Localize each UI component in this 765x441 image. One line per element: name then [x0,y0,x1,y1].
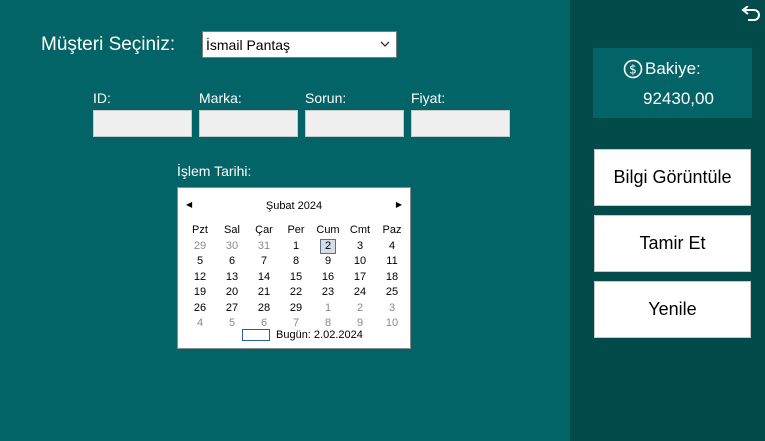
next-month-icon[interactable]: ▶ [396,200,402,209]
refresh-button[interactable]: Yenile [594,281,751,338]
weekday-label: Pzt [192,224,208,236]
balance-label: Bakiye: [645,59,701,78]
weekday-label: Per [287,224,305,236]
price-label: Fiyat: [411,90,446,106]
calendar-day[interactable]: 4 [376,239,408,255]
calendar-day[interactable]: 29 [280,301,312,317]
problem-field[interactable] [305,110,404,137]
calendar-day[interactable]: 4 [184,316,216,332]
calendar-day[interactable]: 5 [184,254,216,270]
calendar-day[interactable]: 11 [376,254,408,270]
customer-select[interactable]: İsmail Pantaş [202,31,397,58]
calendar-day[interactable]: 15 [280,270,312,286]
calendar-day[interactable]: 2 [344,301,376,317]
calendar-day[interactable]: 1 [312,301,344,317]
back-arrow-icon[interactable] [740,6,762,24]
weekday-label: Cmt [349,224,371,236]
calendar-day[interactable]: 19 [184,285,216,301]
calendar-day[interactable]: 18 [376,270,408,286]
calendar-day[interactable]: 26 [184,301,216,317]
calendar-day[interactable]: 23 [312,285,344,301]
calendar-week-row: 12 13 14 15 16 17 18 [184,270,408,286]
calendar-day[interactable]: 13 [216,270,248,286]
brand-field[interactable] [199,110,298,137]
problem-label: Sorun: [305,90,347,106]
calendar-month-title[interactable]: Şubat 2024 [178,200,410,212]
calendar-day[interactable]: 30 [216,239,248,255]
balance-panel: $ Bakiye: 92430,00 [593,48,752,118]
calendar-day[interactable]: 20 [216,285,248,301]
weekday-header-row: Pzt Sal Çar Per Cum Cmt Paz [184,223,408,239]
repair-button[interactable]: Tamir Et [594,215,751,272]
id-field[interactable] [93,110,192,137]
id-label: ID: [93,90,111,106]
calendar-day[interactable]: 3 [376,301,408,317]
calendar-week-row: 29 30 31 1 2 3 4 [184,238,408,255]
view-info-button[interactable]: Bilgi Görüntüle [594,149,751,206]
calendar-day[interactable]: 6 [216,254,248,270]
price-field[interactable] [411,110,510,137]
calendar-day[interactable]: 9 [312,254,344,270]
chevron-down-icon [380,41,390,47]
coin-icon: $ [623,59,643,79]
customer-label: Müşteri Seçiniz: [41,34,176,55]
calendar-week-row: 5 6 7 8 9 10 11 [184,254,408,270]
weekday-label: Cum [316,224,340,236]
calendar-day[interactable]: 28 [248,301,280,317]
weekday-label: Çar [255,224,273,236]
calendar-day[interactable]: 10 [376,316,408,332]
calendar-day[interactable]: 21 [248,285,280,301]
today-link[interactable]: Bugün: 2.02.2024 [242,329,363,341]
calendar-day[interactable]: 8 [280,254,312,270]
calendar-day[interactable]: 25 [376,285,408,301]
calendar-day[interactable]: 17 [344,270,376,286]
repair-form-window: Müşteri Seçiniz: İsmail Pantaş ID: Marka… [0,0,765,441]
calendar-day[interactable]: 16 [312,270,344,286]
customer-select-value: İsmail Pantaş [206,37,291,53]
calendar-day[interactable]: 22 [280,285,312,301]
calendar-day-selected[interactable]: 2 [312,238,344,255]
weekday-label: Paz [382,224,402,236]
calendar-day[interactable]: 12 [184,270,216,286]
calendar-day[interactable]: 1 [280,239,312,255]
brand-label: Marka: [199,90,242,106]
calendar-day[interactable]: 24 [344,285,376,301]
today-text: Bugün: 2.02.2024 [276,329,363,341]
weekday-label: Sal [224,224,240,236]
calendar-week-row: 19 20 21 22 23 24 25 [184,285,408,301]
calendar-day[interactable]: 3 [344,239,376,255]
calendar-day[interactable]: 27 [216,301,248,317]
calendar-day[interactable]: 29 [184,239,216,255]
calendar-day[interactable]: 7 [248,254,280,270]
calendar-day[interactable]: 31 [248,239,280,255]
calendar-week-row: 26 27 28 29 1 2 3 [184,301,408,317]
calendar-day[interactable]: 10 [344,254,376,270]
selected-day-text: 2 [319,238,337,254]
calendar-day[interactable]: 14 [248,270,280,286]
date-label: İşlem Tarihi: [177,163,252,179]
svg-text:$: $ [629,63,637,77]
today-marker [242,329,270,341]
month-calendar[interactable]: ◀ Şubat 2024 ▶ Pzt Sal Çar Per Cum Cmt Paz 29 30… [177,187,411,349]
balance-value: 92430,00 [643,89,714,108]
calendar-grid: Pzt Sal Çar Per Cum Cmt Paz 29 30 31 1 2 3 4 5 6 7 8 9 10 11… [184,223,408,332]
